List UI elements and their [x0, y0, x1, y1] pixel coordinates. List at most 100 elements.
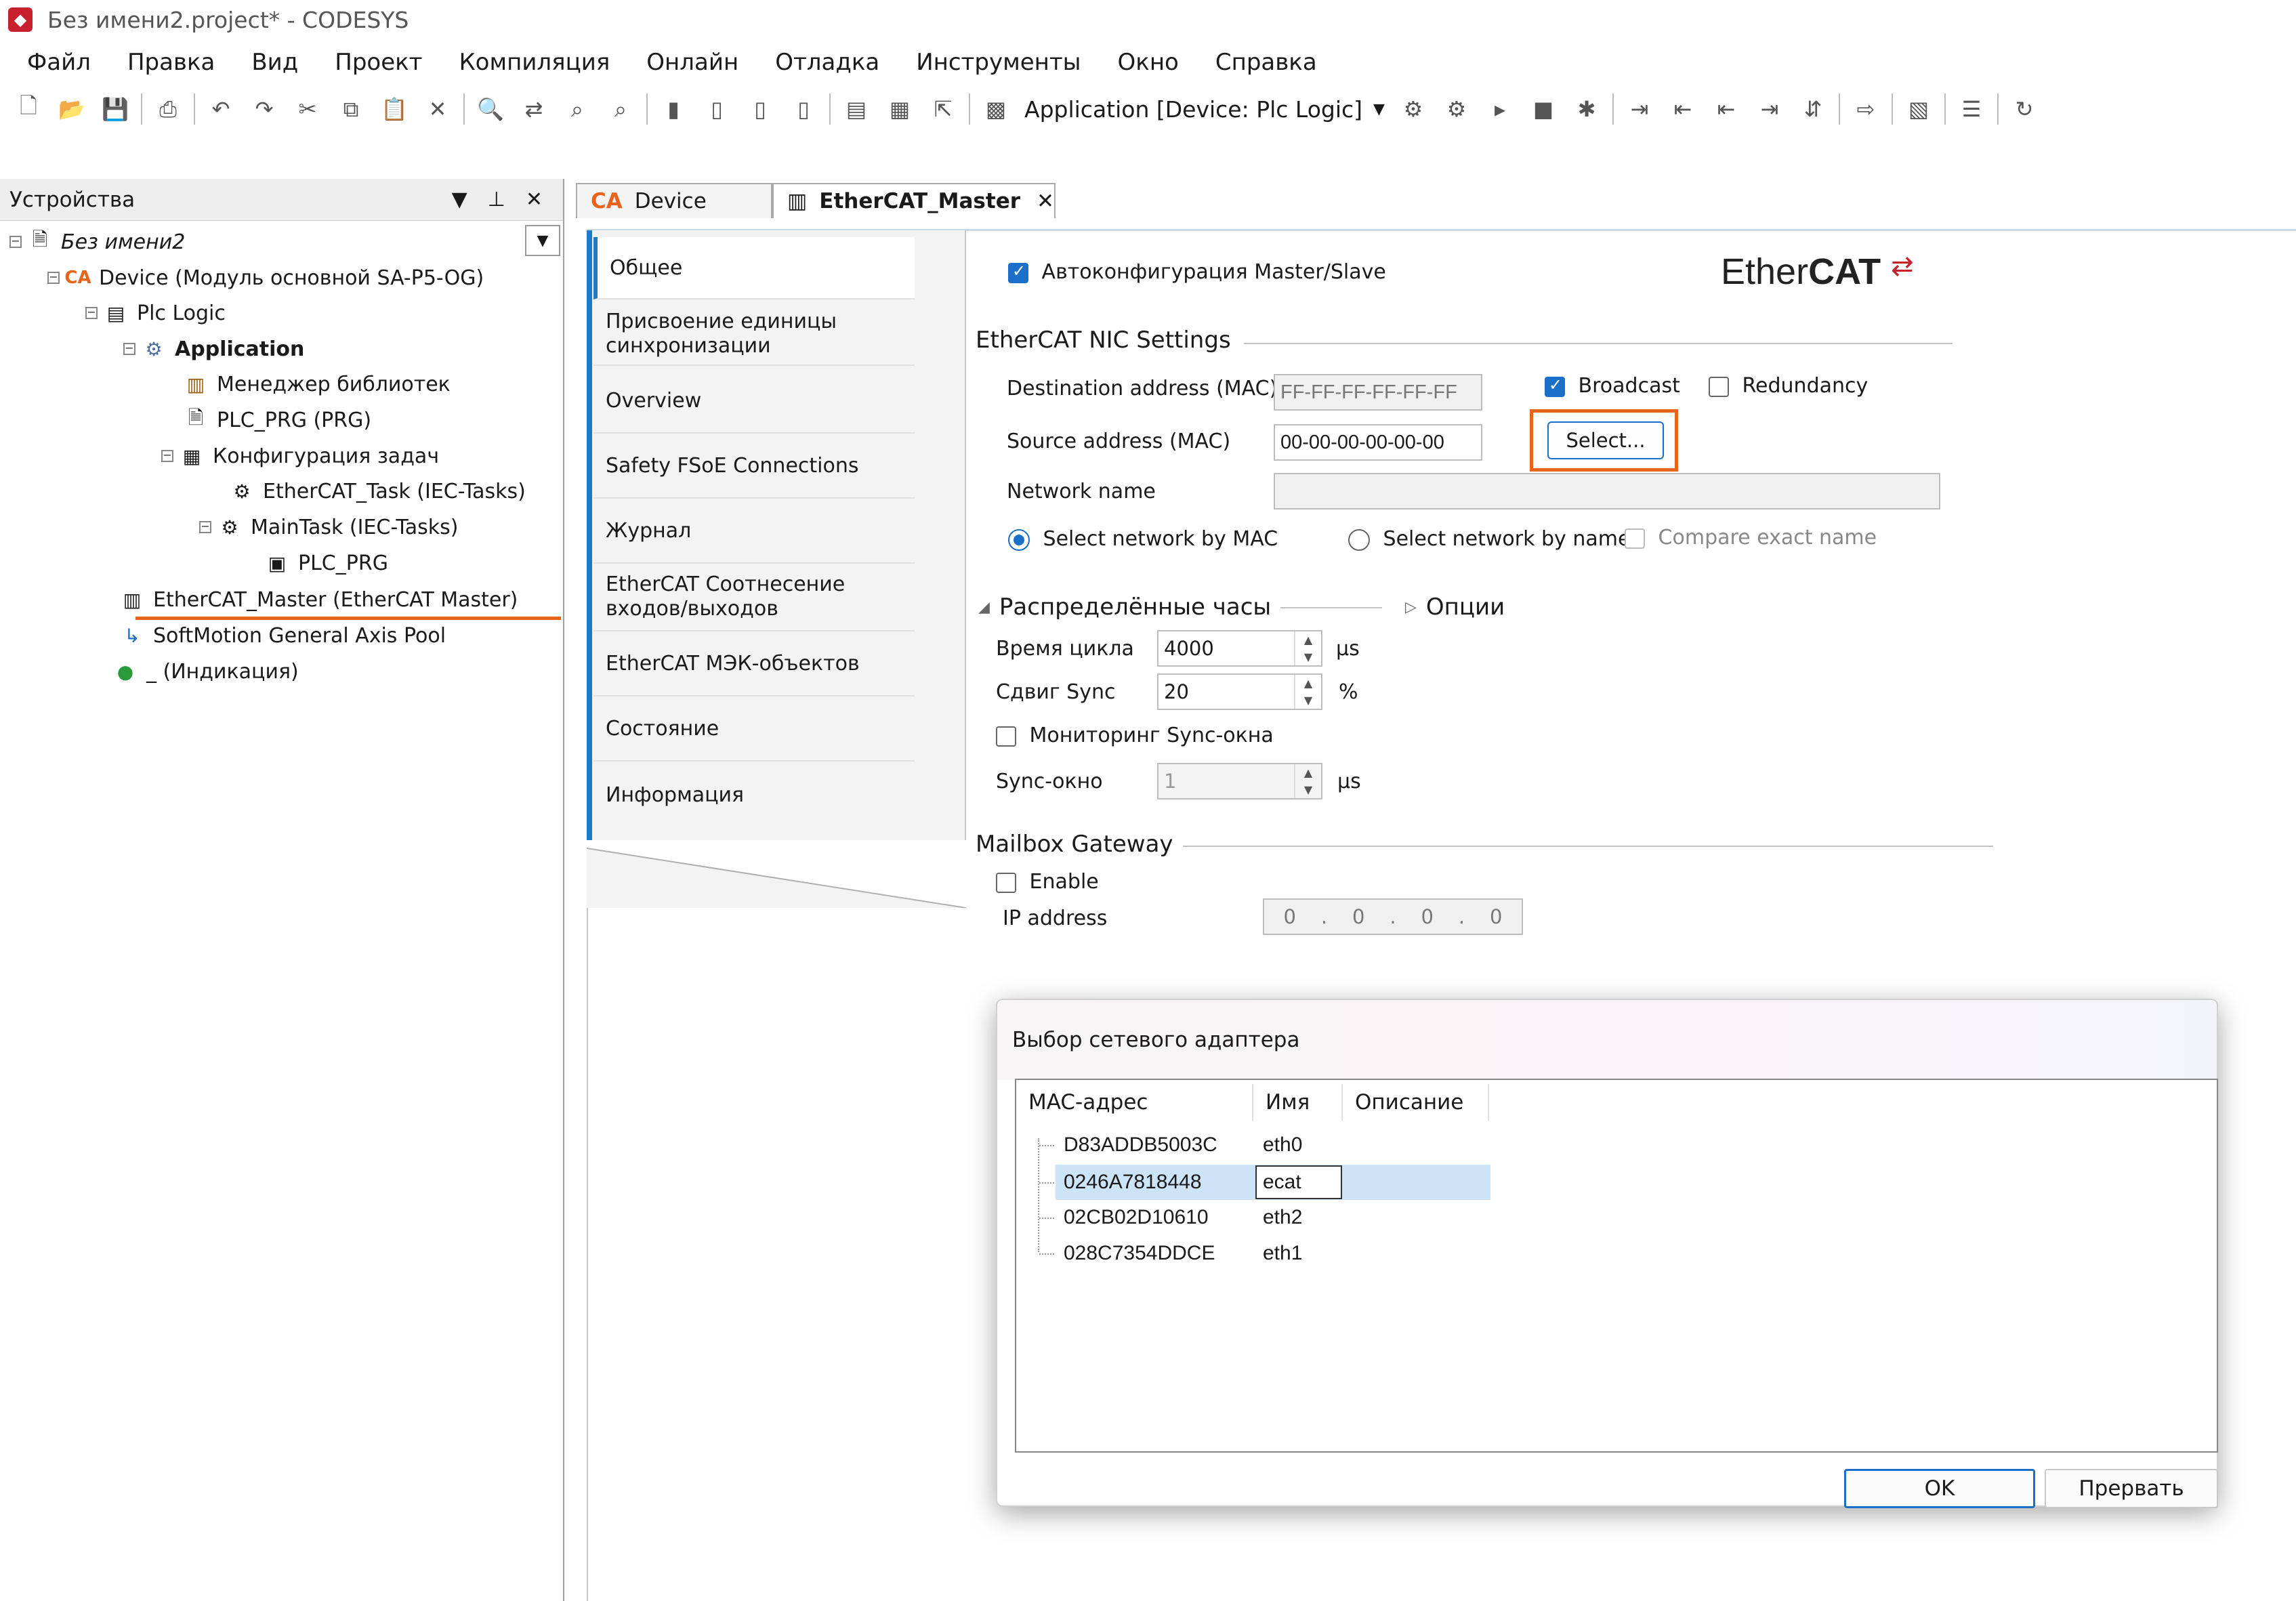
login-icon[interactable]: ⚙: [1398, 93, 1429, 125]
tree-item-plc-prg[interactable]: 🗎 PLC_PRG (PRG): [183, 403, 371, 437]
delete-icon[interactable]: ✕: [422, 93, 453, 125]
panel-menu-chevron-icon[interactable]: ▼: [452, 188, 467, 211]
dc-heading[interactable]: ◢ Распределённые часы: [978, 594, 1271, 621]
step-into-icon[interactable]: ⇤: [1667, 93, 1698, 125]
options-heading[interactable]: ▷ Опции: [1405, 594, 1505, 621]
radio-by-name[interactable]: [1348, 528, 1370, 551]
sidenav-overview[interactable]: Overview: [593, 369, 915, 434]
network-name-field[interactable]: [1274, 473, 1940, 510]
cut-icon[interactable]: ✂: [292, 93, 323, 125]
autoconfig-row[interactable]: Автоконфигурация Master/Slave: [1008, 260, 1386, 284]
ok-button[interactable]: OK: [1844, 1469, 2035, 1508]
compare-icon[interactable]: ▤: [841, 93, 872, 125]
step-over-icon[interactable]: ⇥: [1624, 93, 1655, 125]
sync-monitor-checkbox[interactable]: [996, 726, 1016, 747]
menu-build[interactable]: Компиляция: [459, 49, 610, 76]
breakpoint-icon[interactable]: ▧: [1903, 93, 1934, 125]
tree-item-task-config[interactable]: − ▦ Конфигурация задач: [161, 439, 439, 473]
collapse-icon[interactable]: −: [9, 236, 22, 248]
print-icon[interactable]: ⎙: [152, 93, 184, 125]
tree-item-project[interactable]: − 🗎 Без имени2: [9, 225, 185, 259]
refresh-icon[interactable]: ↻: [2009, 93, 2040, 125]
calendar-icon[interactable]: ▩: [980, 93, 1011, 125]
tab-ethercat-master[interactable]: ▥ EtherCAT_Master ✕: [772, 183, 1056, 218]
collapse-icon[interactable]: −: [47, 272, 60, 284]
tree-item-ethercat-master[interactable]: ▥ EtherCAT_Master (EtherCAT Master): [119, 583, 518, 617]
adapter-row[interactable]: 028C7354DDCE eth1: [1064, 1236, 1497, 1271]
broadcast-row[interactable]: Broadcast: [1545, 374, 1680, 398]
autoconfig-checkbox[interactable]: [1008, 262, 1028, 283]
col-description[interactable]: Описание: [1343, 1084, 1489, 1121]
export-icon[interactable]: ⇱: [927, 93, 959, 125]
compare-exact-row[interactable]: Compare exact name: [1625, 526, 1877, 549]
spinner-arrows-icon[interactable]: ▲ ▼: [1294, 675, 1321, 709]
new-file-icon[interactable]: 🗋: [13, 93, 44, 125]
radio-by-mac[interactable]: [1008, 528, 1030, 551]
device-add-icon[interactable]: ▦: [884, 93, 915, 125]
mailbox-enable-checkbox[interactable]: [996, 872, 1016, 893]
find-icon[interactable]: 🔍: [475, 93, 506, 125]
tree-item-plc-logic[interactable]: − ▤ Plc Logic: [85, 296, 226, 330]
menu-window[interactable]: Окно: [1118, 49, 1179, 76]
sidenav-status[interactable]: Состояние: [593, 696, 915, 762]
tab-device[interactable]: CA Device: [576, 183, 772, 218]
pin-icon[interactable]: ⊥: [488, 188, 505, 211]
tree-item-maintask[interactable]: − ⚙ MainTask (IEC-Tasks): [199, 510, 459, 544]
menu-help[interactable]: Справка: [1215, 49, 1317, 76]
cycle-time-spinner[interactable]: 4000 ▲ ▼: [1157, 630, 1322, 667]
adapter-row[interactable]: 0246A7818448 ecat: [1064, 1165, 1497, 1200]
stop-icon[interactable]: ■: [1528, 93, 1559, 125]
sync-monitor-row[interactable]: Мониторинг Sync-окна: [996, 724, 1274, 747]
logout-icon[interactable]: ⚙: [1441, 93, 1472, 125]
select-adapter-button[interactable]: Select...: [1547, 421, 1664, 459]
broadcast-checkbox[interactable]: [1545, 375, 1565, 397]
spinner-arrows-icon[interactable]: ▲ ▼: [1294, 631, 1321, 665]
collapse-icon[interactable]: −: [199, 521, 211, 533]
collapse-icon[interactable]: −: [123, 343, 135, 355]
menu-project[interactable]: Проект: [335, 49, 422, 76]
sync-window-spinner[interactable]: 1 ▲ ▼: [1157, 763, 1322, 799]
ip-address-field[interactable]: 0. 0. 0. 0: [1263, 898, 1523, 935]
redundancy-row[interactable]: Redundancy: [1709, 374, 1868, 398]
bookmark-next-icon[interactable]: ▯: [701, 93, 732, 125]
collapse-icon[interactable]: −: [85, 307, 98, 319]
tree-item-library-manager[interactable]: ▥ Менеджер библиотек: [183, 367, 451, 401]
sidenav-safety-fsoe[interactable]: Safety FSoE Connections: [593, 434, 915, 499]
close-tab-icon[interactable]: ✕: [1037, 189, 1054, 213]
col-mac[interactable]: MAC-адрес: [1016, 1084, 1253, 1121]
tree-item-ethercat-task[interactable]: ⚙ EtherCAT_Task (IEC-Tasks): [229, 474, 525, 508]
tree-item-plc-prg-call[interactable]: ▣ PLC_PRG: [264, 546, 388, 580]
redo-icon[interactable]: ↷: [249, 93, 280, 125]
radio-by-mac-row[interactable]: Select network by MAC: [1008, 527, 1278, 551]
run-to-cursor-icon[interactable]: ⇥: [1754, 93, 1785, 125]
tree-item-device[interactable]: − CA Device (Модуль основной SA-P5-OG): [47, 261, 484, 295]
multiple-download-icon[interactable]: ☰: [1956, 93, 1987, 125]
paste-icon[interactable]: 📋: [379, 93, 410, 125]
menu-tools[interactable]: Инструменты: [916, 49, 1081, 76]
find-next-icon[interactable]: ⌕: [562, 93, 593, 125]
menu-file[interactable]: Файл: [27, 49, 91, 76]
collapse-icon[interactable]: −: [161, 450, 173, 462]
open-folder-icon[interactable]: 📂: [56, 93, 87, 125]
cancel-button[interactable]: Прервать: [2045, 1469, 2218, 1508]
undo-icon[interactable]: ↶: [205, 93, 236, 125]
source-address-field[interactable]: 00-00-00-00-00-00: [1274, 424, 1482, 461]
compare-exact-checkbox[interactable]: [1625, 528, 1645, 549]
mailbox-enable-row[interactable]: Enable: [996, 870, 1099, 894]
col-name[interactable]: Имя: [1253, 1084, 1343, 1121]
tree-item-indication[interactable]: ● _ (Индикация): [112, 654, 299, 688]
menu-debug[interactable]: Отладка: [775, 49, 879, 76]
sidenav-iec-objects[interactable]: EtherCAT МЭК-объектов: [593, 631, 915, 696]
bookmark-icon[interactable]: ▮: [658, 93, 689, 125]
tree-item-application[interactable]: − ⚙ Application: [123, 332, 304, 366]
sync-shift-spinner[interactable]: 20 ▲ ▼: [1157, 673, 1322, 710]
bookmark-clear-icon[interactable]: ▯: [788, 93, 819, 125]
menu-edit[interactable]: Правка: [127, 49, 215, 76]
redundancy-checkbox[interactable]: [1709, 376, 1729, 397]
adapter-row[interactable]: 02CB02D10610 eth2: [1064, 1200, 1497, 1235]
menu-view[interactable]: Вид: [251, 49, 298, 76]
reset-icon[interactable]: ✱: [1571, 93, 1602, 125]
close-icon[interactable]: ✕: [526, 188, 543, 211]
set-next-icon[interactable]: ⇵: [1797, 93, 1829, 125]
save-icon[interactable]: 💾: [100, 93, 131, 125]
